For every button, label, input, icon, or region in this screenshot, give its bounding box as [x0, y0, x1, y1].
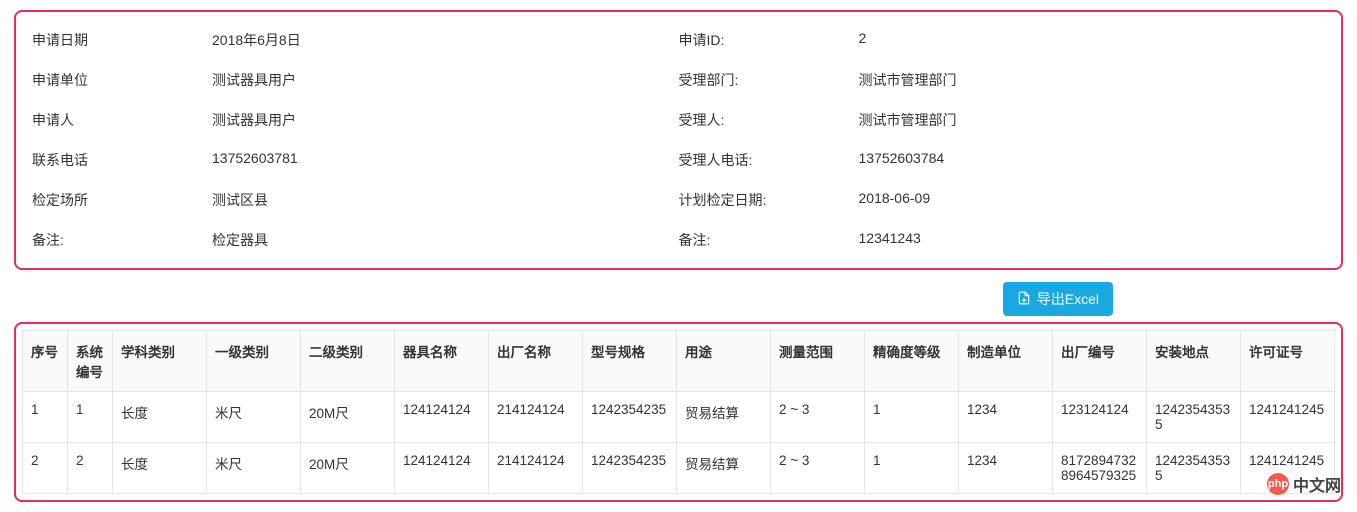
td: 长度 — [113, 392, 207, 443]
td: 12423543535 — [1147, 443, 1241, 494]
info-value: 13752603781 — [212, 150, 679, 170]
info-cell-left: 检定场所 测试区县 — [32, 190, 679, 210]
td: 12423543535 — [1147, 392, 1241, 443]
table-row: 1 1 长度 米尺 20M尺 124124124 214124124 12423… — [23, 392, 1335, 443]
td: 20M尺 — [301, 392, 395, 443]
info-cell-left: 联系电话 13752603781 — [32, 150, 679, 170]
th-sys: 系统编号 — [68, 331, 113, 392]
info-cell-right: 申请ID: 2 — [679, 30, 1326, 50]
info-label: 受理人: — [679, 110, 859, 130]
info-label: 受理人电话: — [679, 150, 859, 170]
th-range: 测量范围 — [771, 331, 865, 392]
th-usage: 用途 — [677, 331, 771, 392]
toolbar: 导出Excel — [14, 282, 1343, 316]
info-value: 测试市管理部门 — [859, 110, 1326, 130]
td: 2 ~ 3 — [771, 392, 865, 443]
td: 1242354235 — [583, 392, 677, 443]
info-cell-left: 备注: 检定器具 — [32, 230, 679, 250]
th-model: 型号规格 — [583, 331, 677, 392]
th-precision: 精确度等级 — [865, 331, 959, 392]
info-cell-right: 受理人电话: 13752603784 — [679, 150, 1326, 170]
th-license: 许可证号 — [1241, 331, 1335, 392]
td: 1 — [23, 392, 68, 443]
th-name: 器具名称 — [395, 331, 489, 392]
info-value: 12341243 — [859, 230, 1326, 250]
info-row: 申请单位 测试器具用户 受理部门: 测试市管理部门 — [32, 70, 1325, 90]
th-category: 学科类别 — [113, 331, 207, 392]
info-row: 申请日期 2018年6月8日 申请ID: 2 — [32, 30, 1325, 50]
info-label: 申请单位 — [32, 70, 212, 90]
td: 124124124 — [395, 443, 489, 494]
th-serial: 出厂编号 — [1053, 331, 1147, 392]
th-level2: 二级类别 — [301, 331, 395, 392]
td: 米尺 — [207, 443, 301, 494]
td: 81728947328964579325 — [1053, 443, 1147, 494]
info-row: 备注: 检定器具 备注: 12341243 — [32, 230, 1325, 250]
info-cell-right: 受理部门: 测试市管理部门 — [679, 70, 1326, 90]
info-cell-left: 申请单位 测试器具用户 — [32, 70, 679, 90]
info-label: 联系电话 — [32, 150, 212, 170]
info-label: 申请ID: — [679, 30, 859, 50]
td: 2 — [68, 443, 113, 494]
td: 214124124 — [489, 443, 583, 494]
th-level1: 一级类别 — [207, 331, 301, 392]
td: 贸易结算 — [677, 443, 771, 494]
info-value: 检定器具 — [212, 230, 679, 250]
export-excel-button[interactable]: 导出Excel — [1003, 282, 1113, 316]
th-location: 安装地点 — [1147, 331, 1241, 392]
info-label: 备注: — [32, 230, 212, 250]
td: 1234 — [959, 443, 1053, 494]
info-value: 2018年6月8日 — [212, 30, 679, 50]
php-logo-icon: php — [1267, 473, 1289, 495]
info-value: 测试器具用户 — [212, 70, 679, 90]
info-value: 测试区县 — [212, 190, 679, 210]
info-cell-left: 申请人 测试器具用户 — [32, 110, 679, 130]
th-seq: 序号 — [23, 331, 68, 392]
info-cell-right: 受理人: 测试市管理部门 — [679, 110, 1326, 130]
th-maker: 制造单位 — [959, 331, 1053, 392]
info-value: 2018-06-09 — [859, 190, 1326, 210]
td: 124124124 — [395, 392, 489, 443]
info-cell-left: 申请日期 2018年6月8日 — [32, 30, 679, 50]
info-label: 申请人 — [32, 110, 212, 130]
info-row: 联系电话 13752603781 受理人电话: 13752603784 — [32, 150, 1325, 170]
td: 214124124 — [489, 392, 583, 443]
watermark-text: 中文网 — [1293, 472, 1341, 496]
td: 1242354235 — [583, 443, 677, 494]
data-table: 序号 系统编号 学科类别 一级类别 二级类别 器具名称 出厂名称 型号规格 用途… — [22, 330, 1335, 494]
table-header-row: 序号 系统编号 学科类别 一级类别 二级类别 器具名称 出厂名称 型号规格 用途… — [23, 331, 1335, 392]
td: 米尺 — [207, 392, 301, 443]
info-cell-right: 计划检定日期: 2018-06-09 — [679, 190, 1326, 210]
info-label: 备注: — [679, 230, 859, 250]
td: 123124124 — [1053, 392, 1147, 443]
th-factory: 出厂名称 — [489, 331, 583, 392]
td: 1234 — [959, 392, 1053, 443]
info-row: 检定场所 测试区县 计划检定日期: 2018-06-09 — [32, 190, 1325, 210]
table-panel: 序号 系统编号 学科类别 一级类别 二级类别 器具名称 出厂名称 型号规格 用途… — [14, 322, 1343, 502]
td: 1 — [68, 392, 113, 443]
info-value: 2 — [859, 30, 1326, 50]
td: 1 — [865, 392, 959, 443]
td: 1241241245 — [1241, 392, 1335, 443]
td: 贸易结算 — [677, 392, 771, 443]
info-value: 13752603784 — [859, 150, 1326, 170]
td: 长度 — [113, 443, 207, 494]
info-label: 计划检定日期: — [679, 190, 859, 210]
info-value: 测试器具用户 — [212, 110, 679, 130]
info-label: 申请日期 — [32, 30, 212, 50]
export-label: 导出Excel — [1037, 289, 1099, 309]
watermark: php 中文网 — [1267, 472, 1341, 496]
td: 1 — [865, 443, 959, 494]
info-panel: 申请日期 2018年6月8日 申请ID: 2 申请单位 测试器具用户 受理部门:… — [14, 10, 1343, 270]
info-label: 检定场所 — [32, 190, 212, 210]
td: 2 — [23, 443, 68, 494]
info-cell-right: 备注: 12341243 — [679, 230, 1326, 250]
table-row: 2 2 长度 米尺 20M尺 124124124 214124124 12423… — [23, 443, 1335, 494]
info-row: 申请人 测试器具用户 受理人: 测试市管理部门 — [32, 110, 1325, 130]
td: 2 ~ 3 — [771, 443, 865, 494]
export-icon — [1017, 291, 1031, 307]
td: 20M尺 — [301, 443, 395, 494]
info-value: 测试市管理部门 — [859, 70, 1326, 90]
info-label: 受理部门: — [679, 70, 859, 90]
